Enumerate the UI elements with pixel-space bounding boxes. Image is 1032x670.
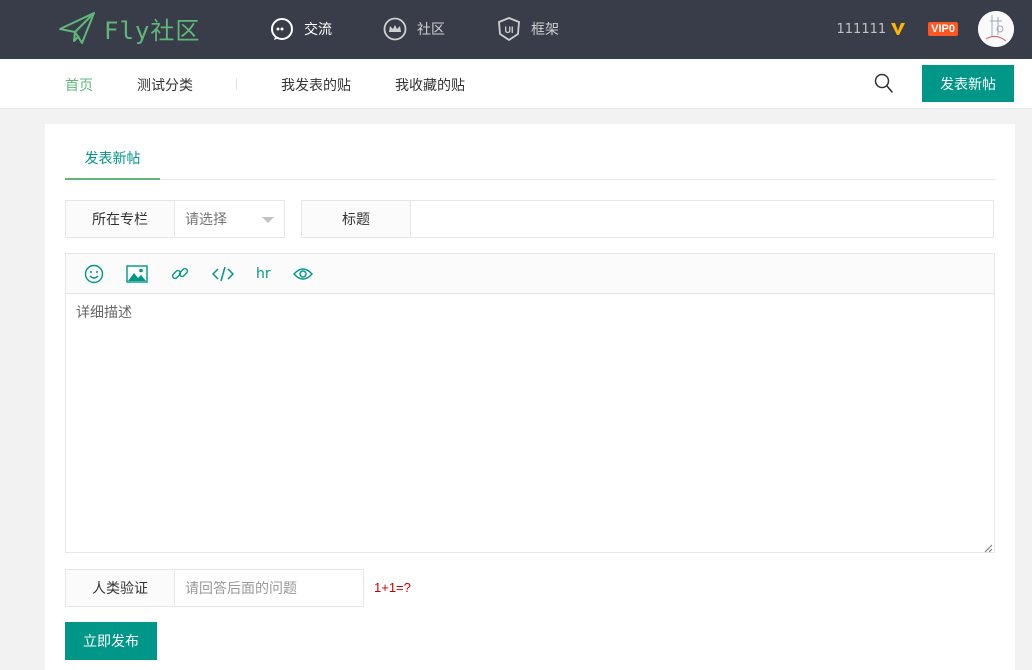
subnav-my-favorites[interactable]: 我收藏的贴 xyxy=(395,75,465,95)
top-nav-label: 框架 xyxy=(531,22,559,38)
user-area: 111111 VIP0 xyxy=(837,10,1014,48)
captcha-input[interactable]: 请回答后面的问题 xyxy=(175,569,364,607)
submit-button[interactable]: 立即发布 xyxy=(65,622,157,660)
column-select-value: 请选择 xyxy=(185,212,227,228)
content-editor: hr 详细描述 xyxy=(65,253,995,553)
top-header: Fly社区 交流 社区 UI 框架 111111 VIP0 xyxy=(0,0,1032,59)
tab-bar: 发表新帖 xyxy=(65,144,995,180)
subnav-divider xyxy=(236,78,237,90)
link-icon[interactable] xyxy=(170,264,190,284)
subnav-test-category[interactable]: 测试分类 xyxy=(137,75,193,95)
column-row: 所在专栏 请选择 xyxy=(65,200,285,238)
top-nav-label: 交流 xyxy=(304,22,332,38)
new-post-button[interactable]: 发表新帖 xyxy=(922,65,1014,102)
top-nav-framework[interactable]: UI 框架 xyxy=(497,14,559,44)
paper-plane-icon xyxy=(58,11,96,45)
title-row: 标题 xyxy=(301,200,994,238)
captcha-row: 人类验证 请回答后面的问题 xyxy=(65,569,364,607)
top-nav-label: 社区 xyxy=(417,22,445,38)
sub-nav: 首页 测试分类 我发表的贴 我收藏的贴 发表新帖 xyxy=(0,59,1032,109)
hr-button[interactable]: hr xyxy=(256,266,271,282)
username[interactable]: 111111 xyxy=(837,22,887,37)
logo-text: Fly社区 xyxy=(104,16,201,45)
image-icon[interactable] xyxy=(126,264,148,283)
editor-toolbar: hr xyxy=(66,254,994,294)
svg-text:UI: UI xyxy=(505,25,514,35)
title-label: 标题 xyxy=(301,200,411,238)
column-label: 所在专栏 xyxy=(65,200,175,238)
content-placeholder: 详细描述 xyxy=(76,305,132,321)
chevron-down-icon xyxy=(262,217,274,223)
tab-new-post[interactable]: 发表新帖 xyxy=(65,144,160,180)
search-icon[interactable] xyxy=(874,73,894,95)
captcha-label: 人类验证 xyxy=(65,569,175,607)
ui-shield-icon: UI xyxy=(497,17,521,41)
verified-v-icon xyxy=(890,22,906,36)
content-textarea[interactable]: 详细描述 xyxy=(66,294,994,552)
captcha-question: 1+1=? xyxy=(374,580,411,595)
site-logo[interactable]: Fly社区 xyxy=(58,8,200,48)
avatar[interactable] xyxy=(978,11,1014,47)
eye-icon[interactable] xyxy=(292,267,313,281)
resize-handle-icon[interactable] xyxy=(983,541,993,553)
column-select[interactable]: 请选择 xyxy=(175,200,285,238)
top-nav-exchange[interactable]: 交流 xyxy=(270,14,332,44)
captcha-placeholder: 请回答后面的问题 xyxy=(185,581,297,597)
chat-icon xyxy=(270,17,294,41)
smile-icon[interactable] xyxy=(84,264,104,284)
top-nav-community[interactable]: 社区 xyxy=(383,14,445,44)
subnav-my-posts[interactable]: 我发表的贴 xyxy=(281,75,351,95)
title-input[interactable] xyxy=(411,200,994,238)
crown-icon xyxy=(383,17,407,41)
vip-badge: VIP0 xyxy=(928,22,958,36)
code-icon[interactable] xyxy=(212,266,234,282)
post-form-panel: 发表新帖 所在专栏 请选择 标题 hr 详细描述 人类验证 请回答后面的问题 1… xyxy=(45,124,1015,670)
subnav-home[interactable]: 首页 xyxy=(65,75,93,95)
